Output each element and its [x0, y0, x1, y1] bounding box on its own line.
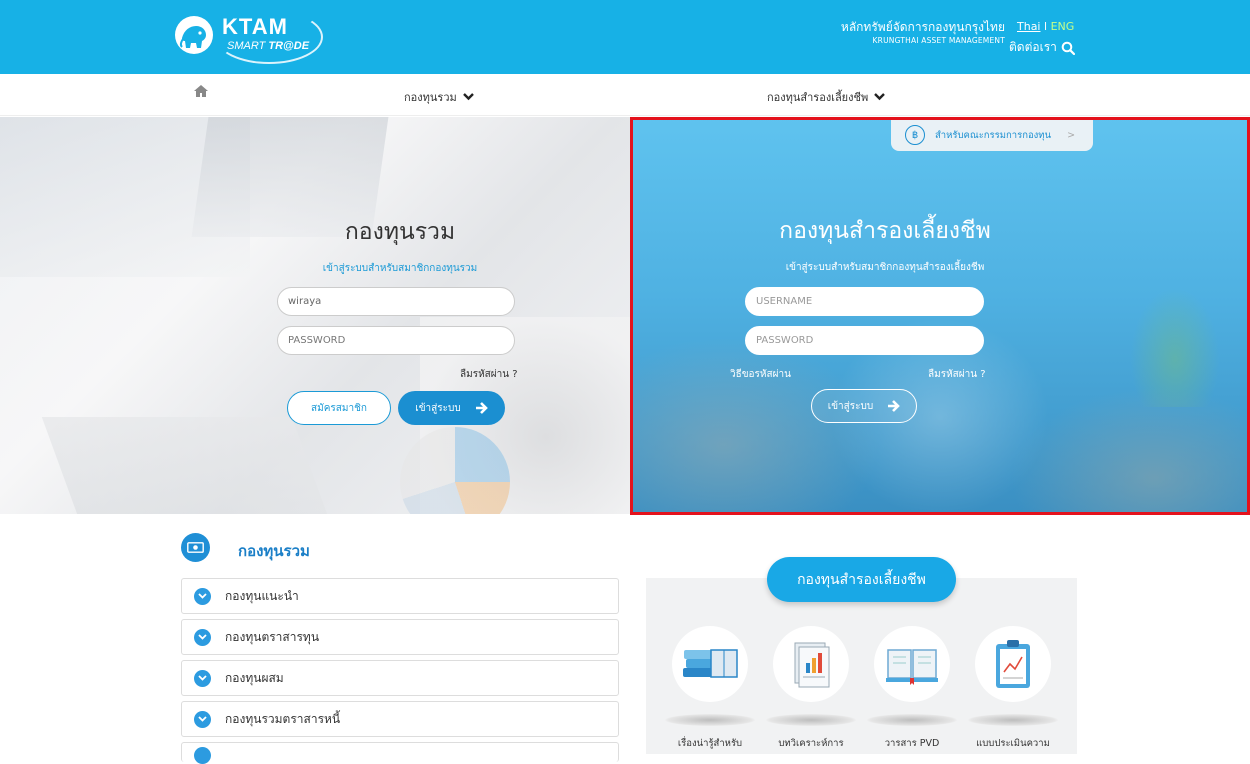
mutual-login-title: กองทุนรวม [344, 219, 456, 245]
provident-fund-login-panel: กองทุนสำรองเลี้ยงชีพ เข้าสู่ระบบสำหรับสม… [630, 117, 1250, 514]
committee-badge-icon: ฿ [905, 125, 925, 145]
ktam-logo[interactable]: KTAM SMART TR@DE [165, 8, 325, 66]
arrow-right-icon [888, 400, 901, 412]
logo-subtitle: SMART TR@DE [227, 40, 310, 52]
chevron-down-circle-icon [194, 710, 211, 728]
language-switcher: Thai l ENG [1017, 20, 1075, 33]
resource-item-label: เรื่องน่ารู้สำหรับ [677, 738, 743, 749]
register-button[interactable]: สมัครสมาชิก [287, 391, 391, 425]
accordion-item[interactable]: กองทุนตราสารทุน [181, 619, 619, 655]
committee-link[interactable]: ฿ สำหรับคณะกรรมการกองทุน > [891, 119, 1093, 151]
resource-item[interactable]: บทวิเคราะห์การ [766, 626, 856, 749]
chevron-down-icon [874, 93, 886, 101]
mutual-login-subtitle: เข้าสู่ระบบสำหรับสมาชิกกองทุนรวม [322, 263, 478, 274]
resource-item[interactable]: แบบประเมินความ [968, 626, 1058, 749]
provident-username-input[interactable]: USERNAME [745, 287, 984, 316]
background-photo-papers [41, 417, 329, 514]
chevron-down-circle-icon [194, 628, 211, 646]
contact-us-link[interactable]: ติดต่อเรา [1009, 38, 1075, 57]
books-icon [672, 626, 748, 702]
resource-item-label: แบบประเมินความ [976, 738, 1050, 749]
resource-item-label: บทวิเคราะห์การ [778, 738, 844, 749]
request-password-link[interactable]: วิธีขอรหัสผ่าน [730, 367, 791, 382]
top-header-bar: KTAM SMART TR@DE หลักทรัพย์จัดการกองทุนก… [0, 0, 1250, 74]
mutual-forgot-password-link[interactable]: ลืมรหัสผ่าน ? [460, 367, 518, 382]
mutual-fund-login-panel: กองทุนรวม เข้าสู่ระบบสำหรับสมาชิกกองทุนร… [0, 117, 630, 514]
org-name-thai: หลักทรัพย์จัดการกองทุนกรุงไทย [840, 20, 1005, 34]
home-icon[interactable] [193, 84, 209, 98]
chevron-down-circle-icon [194, 587, 211, 605]
nav-mutual-fund[interactable]: กองทุนรวม [404, 88, 474, 106]
provident-login-title: กองทุนสำรองเลี้ยงชีพ [779, 218, 991, 244]
mutual-password-input[interactable]: PASSWORD [277, 326, 515, 355]
chevron-down-circle-icon [194, 747, 211, 764]
contact-label: ติดต่อเรา [1009, 40, 1057, 54]
logo-title: KTAM [222, 14, 288, 39]
org-name-english: KRUNGTHAI ASSET MANAGEMENT [872, 36, 1005, 45]
resource-item[interactable]: วารสาร PVD [867, 626, 957, 749]
nav-provident-fund[interactable]: กองทุนสำรองเลี้ยงชีพ [767, 88, 886, 106]
chevron-right-icon: > [1067, 129, 1076, 141]
lang-eng-link[interactable]: ENG [1051, 20, 1075, 33]
provident-section-title[interactable]: กองทุนสำรองเลี้ยงชีพ [767, 557, 956, 602]
chevron-down-icon [462, 93, 474, 101]
clipboard-icon [975, 626, 1051, 702]
provident-forgot-password-link[interactable]: ลืมรหัสผ่าน ? [928, 367, 986, 382]
background-plant [1130, 287, 1220, 407]
accordion-item[interactable]: กองทุนผสม [181, 660, 619, 696]
resource-item[interactable]: เรื่องน่ารู้สำหรับ [665, 626, 755, 749]
chevron-down-circle-icon [194, 669, 211, 687]
org-name: หลักทรัพย์จัดการกองทุนกรุงไทย KRUNGTHAI … [841, 20, 1005, 46]
search-icon[interactable] [1061, 41, 1075, 55]
open-book-icon [874, 626, 950, 702]
mutual-username-input[interactable]: wiraya [277, 287, 515, 316]
arrow-right-icon [475, 402, 488, 414]
main-nav: กองทุนรวม กองทุนสำรองเลี้ยงชีพ [0, 74, 1250, 116]
mutual-login-button[interactable]: เข้าสู่ระบบ [398, 391, 505, 425]
accordion-item[interactable]: กองทุนรวมตราสารหนี้ [181, 701, 619, 737]
lang-thai-link[interactable]: Thai [1017, 20, 1041, 33]
provident-password-input[interactable]: PASSWORD [745, 326, 984, 355]
report-icon [773, 626, 849, 702]
money-icon [181, 533, 210, 562]
resource-item-label: วารสาร PVD [884, 738, 940, 749]
accordion-item[interactable]: กองทุนแนะนำ [181, 578, 619, 614]
elephant-logo-icon [175, 16, 213, 54]
accordion-item-partial[interactable] [181, 742, 619, 764]
provident-login-subtitle: เข้าสู่ระบบสำหรับสมาชิกกองทุนสำรองเลี้ยง… [785, 262, 985, 273]
mutual-section-title: กองทุนรวม [238, 542, 310, 560]
provident-login-button[interactable]: เข้าสู่ระบบ [811, 389, 917, 423]
